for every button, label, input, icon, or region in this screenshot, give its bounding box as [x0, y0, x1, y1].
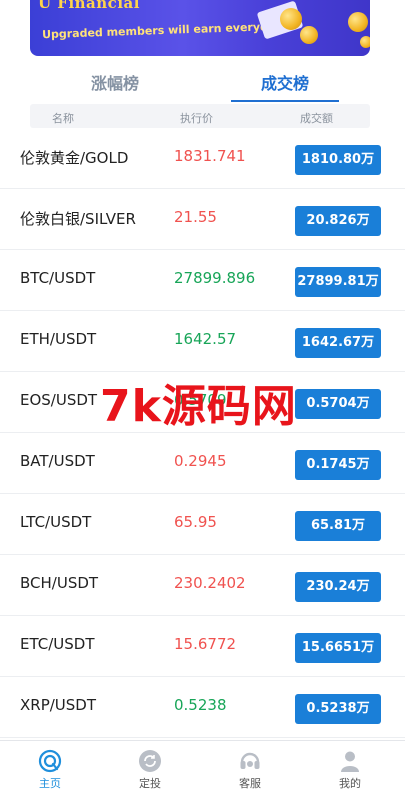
pair-name: ETH/USDT: [20, 330, 97, 348]
column-volume-header: 成交额: [300, 112, 333, 125]
column-price-header: 执行价: [180, 112, 213, 125]
volume-badge[interactable]: 65.81万: [295, 511, 381, 541]
pair-price: 1831.741: [174, 147, 246, 165]
pair-price: 65.95: [174, 513, 217, 531]
pair-name: EOS/USDT: [20, 391, 98, 409]
pair-price: 1642.57: [174, 330, 237, 348]
nav-support[interactable]: 客服: [215, 749, 285, 791]
market-row[interactable]: EOS/USDT 0.5709 0.5704万: [0, 372, 405, 433]
market-row[interactable]: 伦敦白银/SILVER 21.55 20.826万: [0, 189, 405, 250]
active-tab-indicator: [231, 100, 339, 102]
coin-graphic: [300, 26, 318, 44]
coin-graphic: [360, 36, 370, 48]
market-row[interactable]: BAT/USDT 0.2945 0.1745万: [0, 433, 405, 494]
nav-home[interactable]: 主页: [15, 749, 85, 791]
volume-badge[interactable]: 1810.80万: [295, 145, 381, 175]
market-row[interactable]: BCH/USDT 230.2402 230.24万: [0, 555, 405, 616]
pair-price: 21.55: [174, 208, 217, 226]
support-icon: [240, 752, 260, 769]
banner-title: U Financial: [38, 0, 140, 12]
coin-graphic: [348, 12, 368, 32]
pair-price: 0.2945: [174, 452, 227, 470]
nav-invest[interactable]: 定投: [115, 749, 185, 791]
coin-graphic: [280, 8, 302, 30]
pair-price: 27899.896: [174, 269, 256, 287]
volume-badge[interactable]: 230.24万: [295, 572, 381, 602]
market-row[interactable]: XRP/USDT 0.5238 0.5238万: [0, 677, 405, 738]
volume-badge[interactable]: 0.1745万: [295, 450, 381, 480]
pair-name: 伦敦白银/SILVER: [20, 210, 136, 228]
volume-badge[interactable]: 0.5704万: [295, 389, 381, 419]
pair-name: LTC/USDT: [20, 513, 92, 531]
ranking-tabs: 涨幅榜 成交榜: [0, 62, 405, 102]
profile-icon: [341, 751, 359, 772]
pair-name: BCH/USDT: [20, 574, 99, 592]
bottom-nav: 主页 定投 客服 我的: [0, 740, 405, 796]
tab-gainers[interactable]: 涨幅榜: [60, 70, 170, 94]
invest-icon: [139, 750, 161, 772]
list-header: 名称 执行价 成交额: [30, 104, 370, 128]
column-name-header: 名称: [52, 112, 74, 125]
nav-profile-label: 我的: [339, 777, 361, 790]
market-row[interactable]: LTC/USDT 65.95 65.81万: [0, 494, 405, 555]
volume-badge[interactable]: 15.6651万: [295, 633, 381, 663]
nav-invest-label: 定投: [139, 777, 161, 790]
market-row[interactable]: ETH/USDT 1642.57 1642.67万: [0, 311, 405, 372]
market-row[interactable]: BTC/USDT 27899.896 27899.81万: [0, 250, 405, 311]
banner-area: U Financial Upgraded members will earn e…: [0, 0, 405, 62]
pair-name: BAT/USDT: [20, 452, 95, 470]
market-list: 伦敦黄金/GOLD 1831.741 1810.80万 伦敦白银/SILVER …: [0, 128, 405, 738]
pair-name: XRP/USDT: [20, 696, 97, 714]
nav-support-label: 客服: [239, 777, 261, 790]
banner-subtitle: Upgraded members will earn everyday: [41, 19, 283, 42]
pair-price: 0.5709: [174, 391, 227, 409]
pair-price: 15.6772: [174, 635, 237, 653]
volume-badge[interactable]: 1642.67万: [295, 328, 381, 358]
volume-badge[interactable]: 27899.81万: [295, 267, 381, 297]
pair-name: ETC/USDT: [20, 635, 95, 653]
nav-home-label: 主页: [39, 777, 61, 790]
market-row[interactable]: ETC/USDT 15.6772 15.6651万: [0, 616, 405, 677]
nav-profile[interactable]: 我的: [315, 749, 385, 791]
volume-badge[interactable]: 0.5238万: [295, 694, 381, 724]
pair-name: BTC/USDT: [20, 269, 96, 287]
promo-banner[interactable]: U Financial Upgraded members will earn e…: [30, 0, 370, 56]
page: U Financial Upgraded members will earn e…: [0, 0, 405, 796]
pair-price: 230.2402: [174, 574, 246, 592]
tab-volume[interactable]: 成交榜: [230, 70, 340, 94]
pair-price: 0.5238: [174, 696, 227, 714]
pair-name: 伦敦黄金/GOLD: [20, 149, 129, 167]
volume-badge[interactable]: 20.826万: [295, 206, 381, 236]
home-icon: [38, 749, 62, 773]
market-row[interactable]: 伦敦黄金/GOLD 1831.741 1810.80万: [0, 128, 405, 189]
